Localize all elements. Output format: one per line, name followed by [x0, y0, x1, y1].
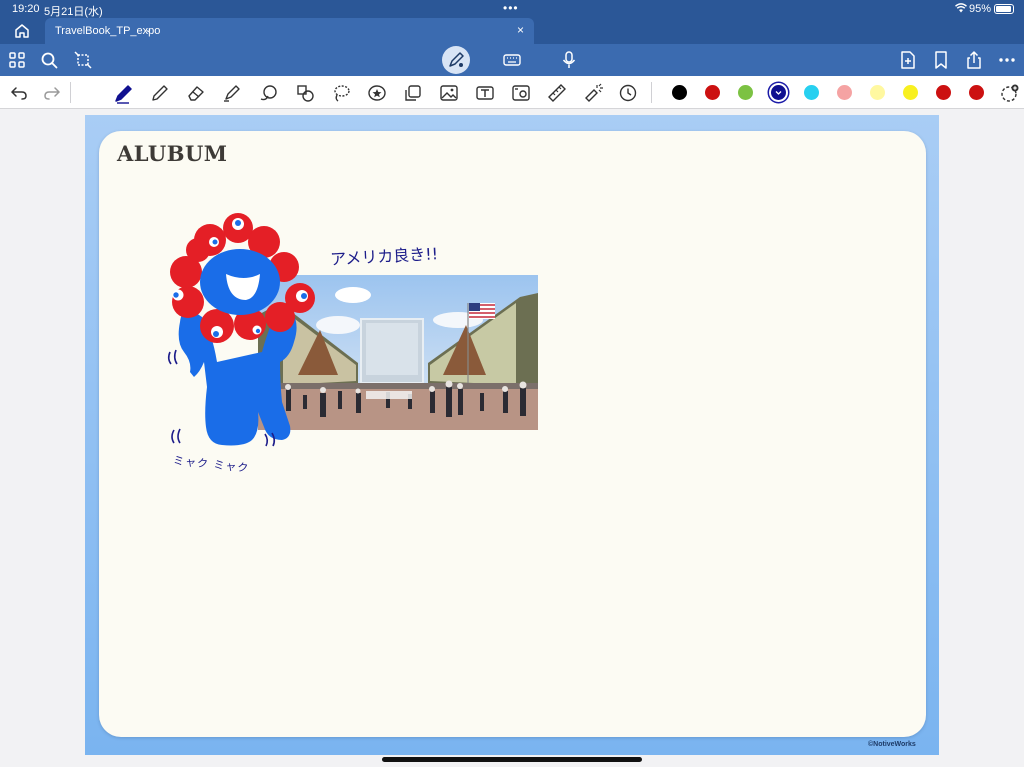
- highlighter-icon[interactable]: [221, 82, 243, 104]
- ruler-icon[interactable]: [546, 82, 568, 104]
- copy-icon[interactable]: [402, 82, 424, 104]
- chevron-down-icon[interactable]: ⌄: [144, 24, 152, 35]
- add-page-icon[interactable]: [897, 49, 919, 71]
- status-date: 5月21日(水): [44, 6, 103, 18]
- add-color-icon[interactable]: [999, 82, 1021, 104]
- close-icon[interactable]: ×: [517, 23, 524, 37]
- lasso-add-icon[interactable]: [72, 49, 94, 71]
- main-toolbar: [0, 44, 1024, 76]
- element-icon[interactable]: [294, 82, 316, 104]
- status-time: 19:20: [12, 3, 40, 15]
- battery-icon: [994, 4, 1014, 14]
- pen-mode-icon: [449, 52, 464, 67]
- image-icon[interactable]: [438, 82, 460, 104]
- color-swatch-6[interactable]: [837, 85, 852, 100]
- redo-icon[interactable]: [41, 82, 63, 104]
- color-swatch-4[interactable]: [771, 85, 786, 100]
- battery-percent: 95%: [969, 3, 992, 15]
- bookmark-icon[interactable]: [930, 49, 952, 71]
- keyboard-icon[interactable]: [501, 49, 523, 71]
- camera-icon[interactable]: [510, 82, 532, 104]
- multitask-dots[interactable]: •••: [503, 1, 519, 15]
- chevron-down-icon: [775, 91, 782, 95]
- sticker-icon[interactable]: [366, 82, 388, 104]
- color-swatch-3[interactable]: [738, 85, 753, 100]
- search-icon[interactable]: [38, 49, 60, 71]
- color-swatch-9[interactable]: [936, 85, 951, 100]
- home-indicator[interactable]: [382, 757, 642, 762]
- wifi-icon: [955, 3, 967, 13]
- document-tab[interactable]: TravelBook_TP_expo ⌄ ×: [45, 18, 534, 44]
- toolbar-divider: [70, 82, 71, 103]
- color-swatch-1[interactable]: [672, 85, 687, 100]
- mascot-sticker[interactable]: [162, 212, 322, 457]
- pen-mode-button[interactable]: [442, 46, 470, 74]
- credit-text: ©NotiveWorks: [868, 741, 916, 748]
- color-swatch-2[interactable]: [705, 85, 720, 100]
- grid-icon[interactable]: [6, 49, 28, 71]
- lasso-icon[interactable]: [330, 82, 352, 104]
- status-bar: 19:20 5月21日(水) ••• 95%: [0, 0, 1024, 18]
- drawing-toolbar: [0, 76, 1024, 109]
- toolbar-divider: [651, 82, 652, 103]
- share-icon[interactable]: [963, 49, 985, 71]
- text-box-icon[interactable]: [474, 82, 496, 104]
- laser-pointer-icon[interactable]: [582, 82, 604, 104]
- color-swatch-8[interactable]: [903, 85, 918, 100]
- pen-icon[interactable]: [113, 82, 135, 104]
- page-title: ALUBUM: [117, 141, 228, 166]
- clock-icon[interactable]: [617, 82, 639, 104]
- pencil-icon[interactable]: [149, 82, 171, 104]
- color-swatch-7[interactable]: [870, 85, 885, 100]
- more-icon[interactable]: [996, 49, 1018, 71]
- app-chrome: 19:20 5月21日(水) ••• 95% TravelBook_TP_exp…: [0, 0, 1024, 76]
- color-swatch-10[interactable]: [969, 85, 984, 100]
- microphone-icon[interactable]: [558, 49, 580, 71]
- home-icon[interactable]: [12, 21, 32, 41]
- eraser-icon[interactable]: [185, 82, 207, 104]
- shape-icon[interactable]: [258, 82, 280, 104]
- undo-icon[interactable]: [8, 82, 30, 104]
- color-swatch-5[interactable]: [804, 85, 819, 100]
- tab-row: TravelBook_TP_expo ⌄ ×: [0, 18, 1024, 44]
